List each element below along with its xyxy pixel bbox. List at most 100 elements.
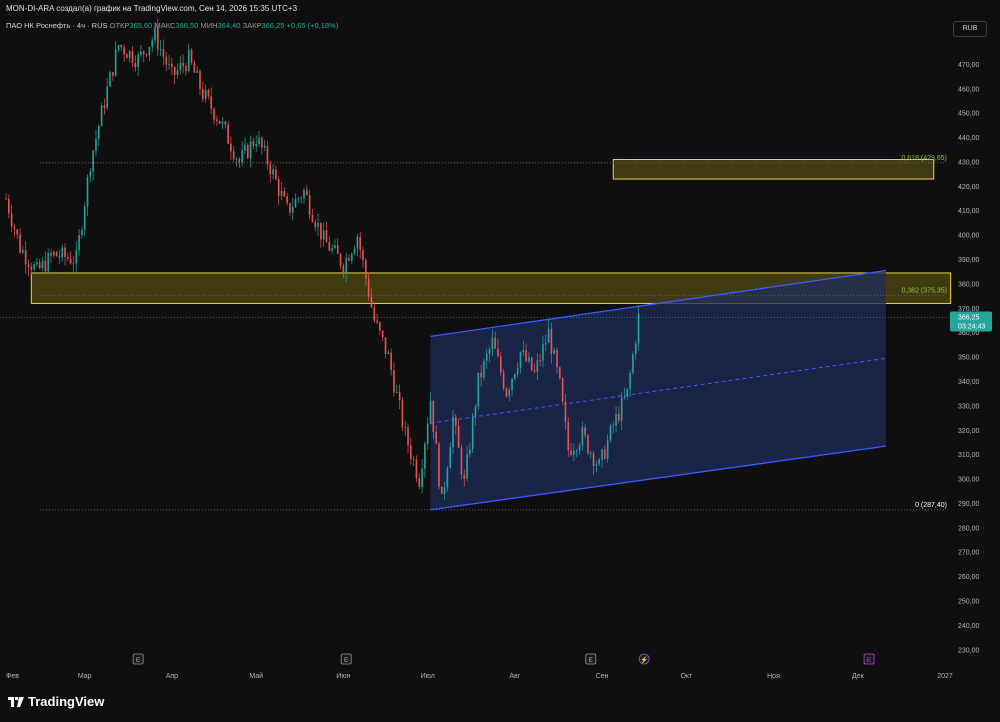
candle-body (606, 440, 609, 459)
candle (151, 36, 153, 53)
x-tick-label-11: 2027 (937, 673, 953, 680)
candle-body (460, 447, 463, 475)
candle (317, 213, 319, 236)
candle-body (176, 69, 179, 75)
candle-body (553, 350, 556, 355)
candle-body (196, 71, 198, 73)
candle-body (567, 421, 570, 451)
candle-body (100, 105, 103, 126)
candle-body (216, 119, 218, 121)
candle (328, 236, 331, 252)
candle-body (103, 105, 106, 108)
candle-body (148, 47, 151, 56)
candle (505, 386, 508, 398)
candle-body (550, 328, 553, 355)
candle (362, 246, 364, 268)
candle-body (511, 378, 513, 390)
currency-button[interactable]: RUB (953, 21, 987, 37)
candle-body (542, 344, 544, 361)
candle (272, 164, 274, 180)
x-tick-label-3: Май (249, 672, 263, 680)
candle-body (286, 196, 288, 204)
candle-body (356, 236, 359, 249)
price-chart[interactable]: 0,618 (429,65) 0,382 (375,35) 0 (287,40) 4… (0, 0, 1000, 722)
candle (258, 130, 260, 147)
candle (334, 239, 336, 250)
x-tick-label-4: Июн (336, 673, 350, 680)
candle-body (488, 349, 491, 355)
candle-body (275, 169, 277, 180)
event-marker-2[interactable]: E (585, 653, 597, 665)
candle (224, 120, 227, 129)
candle (255, 135, 258, 153)
event-marker-0[interactable]: E (132, 653, 144, 665)
tradingview-logo-icon (8, 697, 24, 707)
candle-body (33, 264, 35, 270)
symbol-legend[interactable]: ПАО НК Роснефть · 4ч · RUS ОТКР365,60 МА… (6, 21, 338, 30)
candle (69, 251, 72, 265)
candle (58, 249, 61, 264)
candle (171, 57, 173, 76)
candle (216, 115, 218, 126)
candle-body (8, 198, 10, 214)
candle (252, 137, 255, 150)
x-tick-label-8: Окт (680, 673, 693, 680)
candle (286, 192, 288, 206)
candle (36, 257, 38, 267)
y-tick-label-15: 320,00 (958, 428, 980, 435)
event-marker-3[interactable]: ⚡ (638, 653, 650, 665)
candle (303, 187, 305, 204)
candle (148, 46, 151, 62)
candle (140, 44, 142, 58)
event-marker-4[interactable]: E (863, 653, 875, 665)
candle (440, 486, 443, 494)
candle (632, 351, 634, 375)
candle-body (528, 357, 530, 361)
candle-body (22, 250, 24, 253)
candle (376, 313, 378, 325)
candle (128, 49, 131, 63)
candle (393, 362, 395, 397)
candle-body (72, 263, 75, 265)
candle-body (339, 253, 342, 266)
candle-body (89, 171, 92, 177)
event-marker-label: ⚡ (640, 656, 648, 664)
close-value: 366,25 (261, 21, 285, 30)
candle-body (128, 50, 131, 59)
candle (331, 244, 333, 254)
candle-body (547, 328, 550, 344)
candle-body (204, 90, 207, 99)
candle-body (145, 54, 148, 56)
candle (241, 141, 243, 166)
candle-body (322, 230, 325, 240)
symbol-name[interactable]: ПАО НК Роснефть · 4ч · RUS (6, 21, 108, 30)
candle (390, 348, 392, 376)
candle-body (525, 349, 527, 361)
candle (185, 62, 187, 76)
candle (187, 43, 190, 73)
candle (109, 70, 111, 87)
candle-body (522, 349, 525, 353)
candle-body (379, 322, 381, 331)
candle-body (491, 337, 494, 350)
candle (142, 50, 145, 63)
candle-body (193, 62, 196, 73)
candle-body (449, 447, 451, 469)
candle (27, 259, 30, 277)
candle (100, 102, 103, 127)
candle-body (336, 245, 339, 254)
candle (199, 69, 201, 96)
candle (106, 78, 109, 110)
candle (320, 222, 322, 248)
candle-body (294, 198, 297, 208)
event-marker-1[interactable]: E (340, 653, 352, 665)
candle-body (530, 357, 533, 371)
candle (64, 243, 66, 266)
candle-body (331, 247, 333, 251)
y-tick-label-23: 240,00 (958, 623, 980, 630)
channel-fill (430, 270, 886, 510)
candle (190, 48, 193, 65)
candle-body (140, 51, 142, 55)
candle-body (112, 72, 114, 76)
candle (24, 241, 27, 274)
